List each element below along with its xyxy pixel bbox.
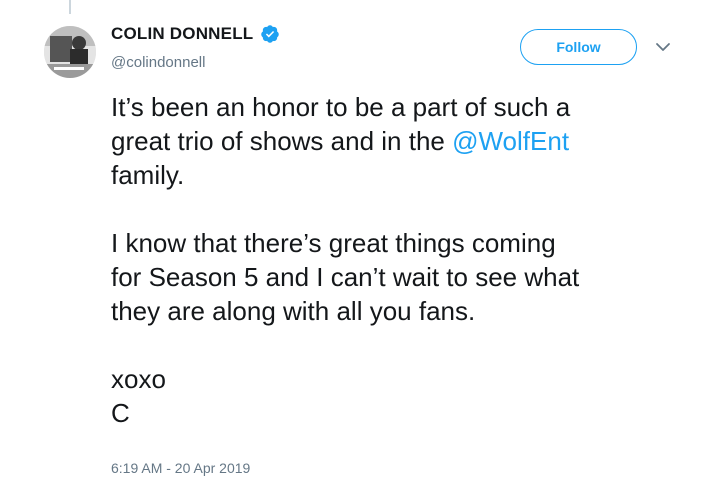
author-name-row: COLIN DONNELL [111,24,280,44]
avatar-photo [44,26,96,78]
tweet-paragraph: xoxo C [111,362,701,430]
tweet-line: great trio of shows and in the [111,126,453,156]
tweet-line: I know that there’s great things coming [111,228,556,258]
avatar[interactable] [44,26,96,78]
tweet-card: COLIN DONNELL @colindonnell Follow It’s … [0,0,720,500]
tweet-line: C [111,398,130,428]
follow-button[interactable]: Follow [520,29,637,65]
tweet-line: xoxo [111,364,166,394]
chevron-down-icon[interactable] [654,38,672,56]
tweet-text: It’s been an honor to be a part of such … [111,90,701,430]
mention-link-wolfent[interactable]: @WolfEnt [452,126,569,156]
tweet-timestamp[interactable]: 6:19 AM - 20 Apr 2019 [111,460,250,476]
author-display-name[interactable]: COLIN DONNELL [111,24,253,44]
tweet-line: they are along with all you fans. [111,296,476,326]
author-handle[interactable]: @colindonnell [111,54,205,71]
tweet-paragraph: I know that there’s great things coming … [111,226,701,328]
thread-connector-line [69,0,71,14]
tweet-paragraph: It’s been an honor to be a part of such … [111,90,701,192]
verified-badge-icon [260,24,280,44]
tweet-line: It’s been an honor to be a part of such … [111,92,571,122]
tweet-line: for Season 5 and I can’t wait to see wha… [111,262,580,292]
tweet-line: family. [111,160,185,190]
